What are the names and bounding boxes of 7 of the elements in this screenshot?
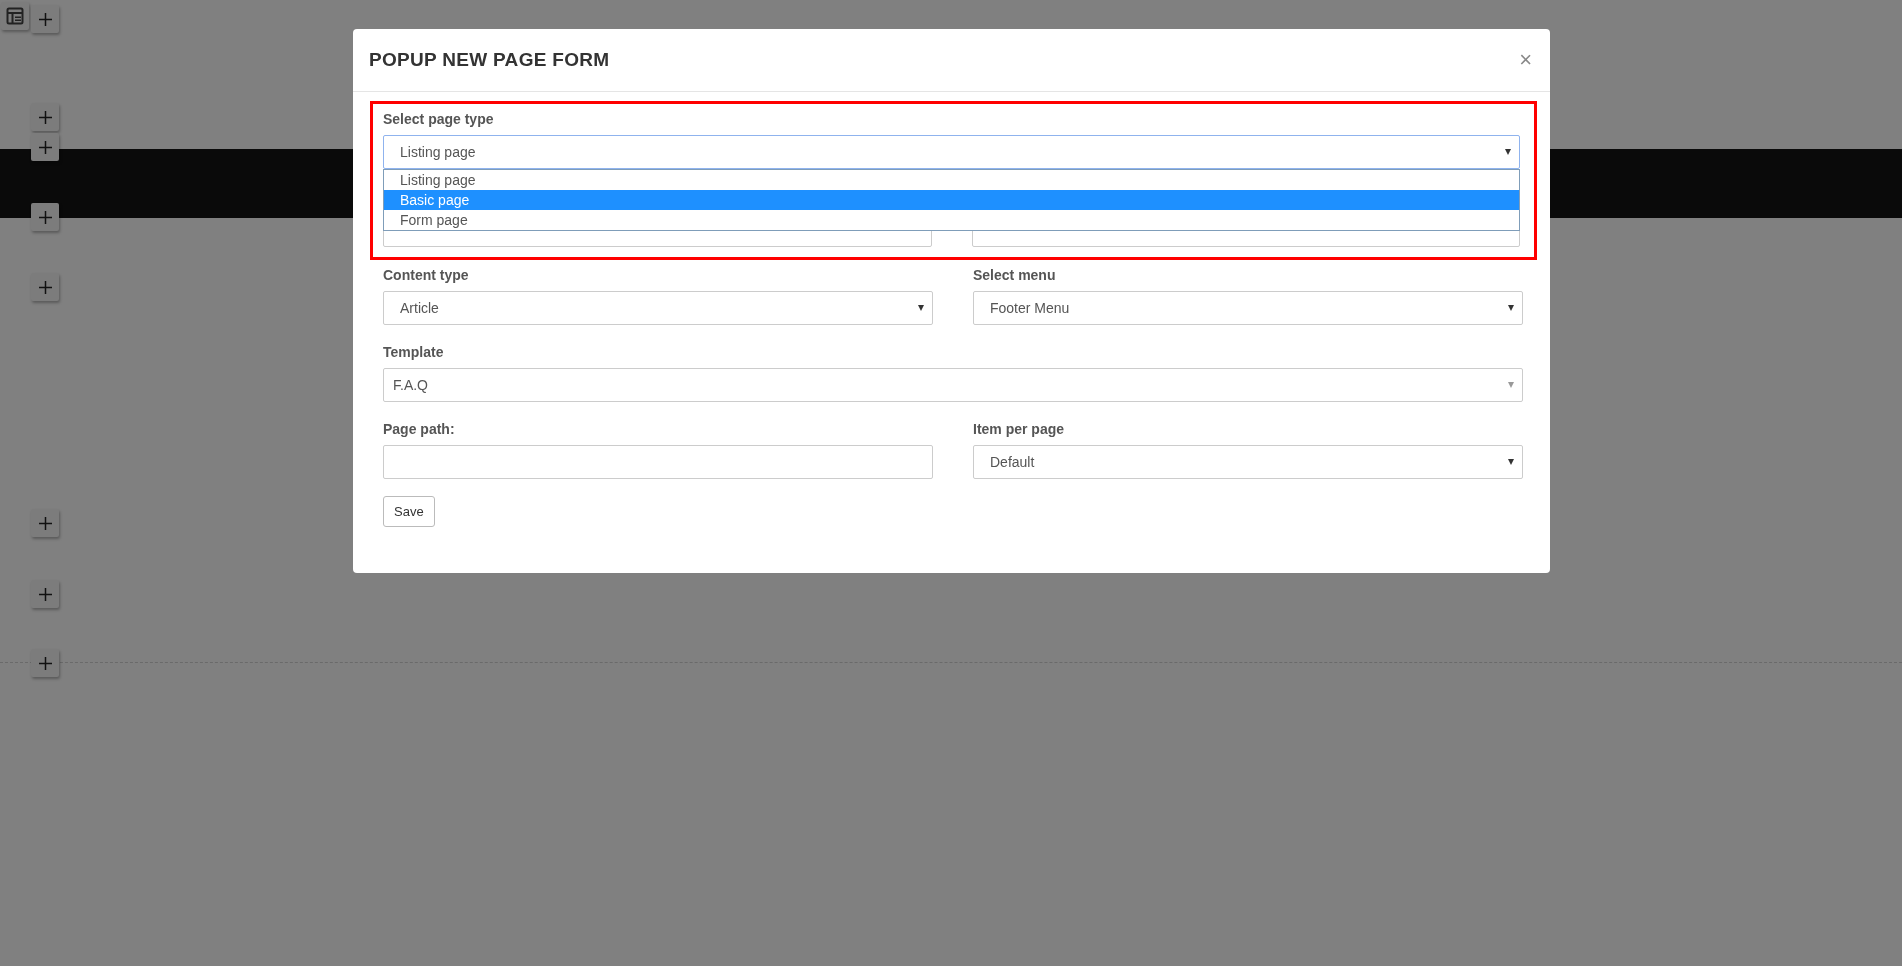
modal-title: POPUP NEW PAGE FORM — [369, 49, 610, 71]
field-label: Page path: — [383, 420, 456, 439]
field-label: Template — [383, 343, 445, 362]
field-label: Select page type — [383, 110, 495, 129]
field-label: Content type — [383, 266, 470, 285]
field-label: Item per page — [973, 420, 1066, 439]
field-label: Select menu — [973, 266, 1057, 285]
